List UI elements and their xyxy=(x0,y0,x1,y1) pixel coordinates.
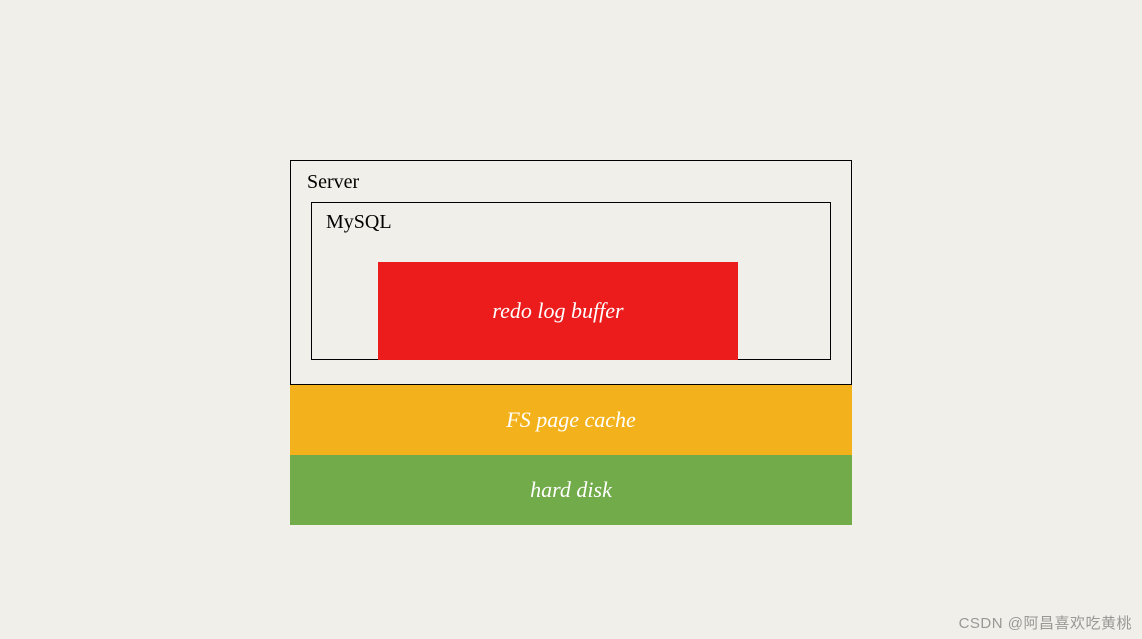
redo-log-buffer-box: redo log buffer xyxy=(378,262,738,360)
redo-log-buffer-label: redo log buffer xyxy=(492,298,623,324)
hard-disk-label: hard disk xyxy=(530,477,612,503)
watermark-text: CSDN @阿昌喜欢吃黄桃 xyxy=(959,612,1132,633)
mysql-box: MySQL redo log buffer xyxy=(311,202,831,360)
server-box: Server MySQL redo log buffer xyxy=(290,160,852,385)
fs-page-cache-label: FS page cache xyxy=(506,407,636,433)
io-layers-diagram: Server MySQL redo log buffer FS page cac… xyxy=(290,160,852,525)
mysql-label: MySQL xyxy=(326,211,830,234)
fs-page-cache-box: FS page cache xyxy=(290,385,852,455)
hard-disk-box: hard disk xyxy=(290,455,852,525)
server-label: Server xyxy=(307,171,837,194)
